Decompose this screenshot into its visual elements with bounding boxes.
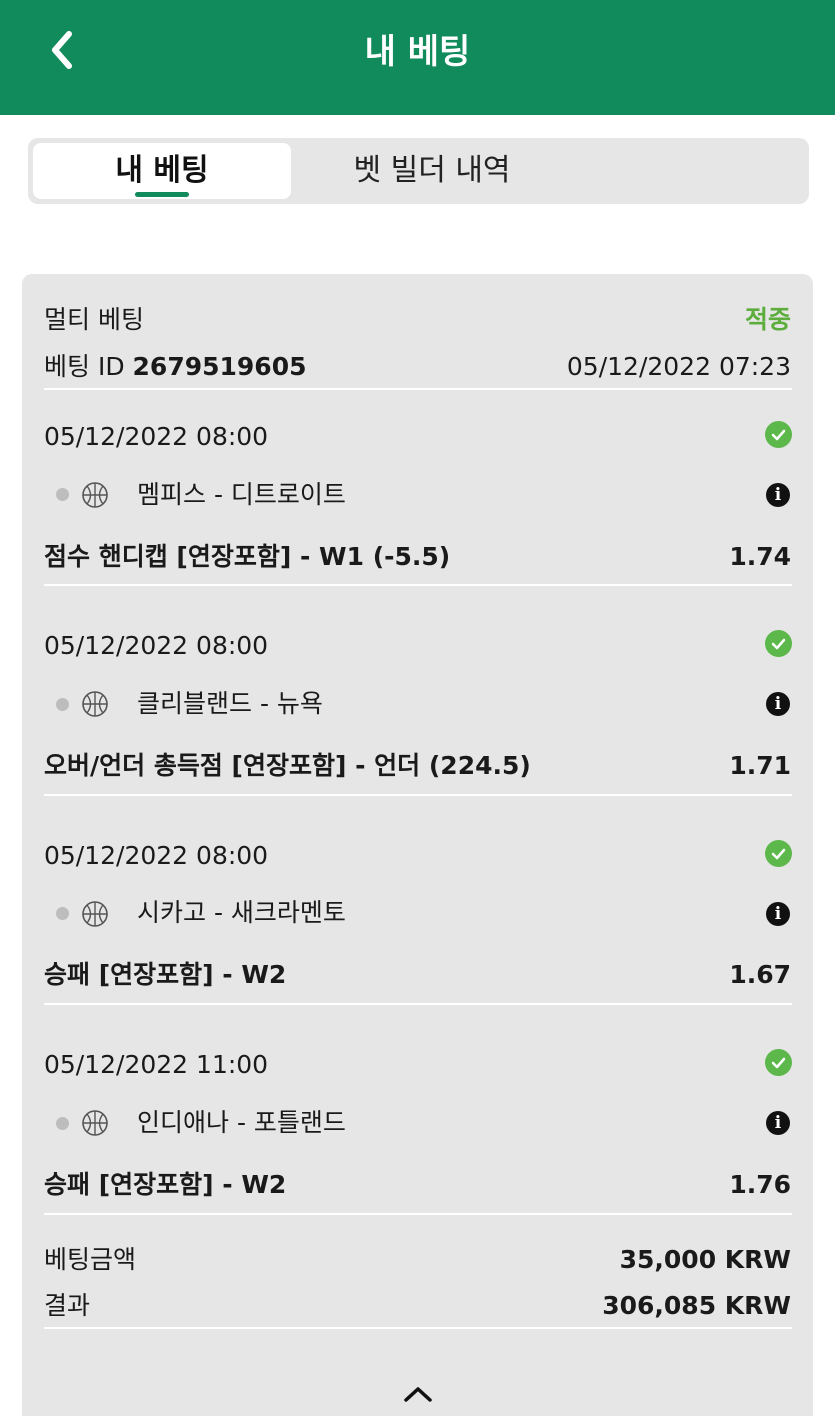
- selection-datetime: 05/12/2022 08:00: [44, 841, 269, 870]
- selection-teams: 시카고 - 새크라멘토: [137, 898, 346, 927]
- info-icon[interactable]: i: [766, 902, 790, 926]
- tab-my-bets[interactable]: 내 베팅: [33, 143, 291, 199]
- active-tab-indicator: [135, 192, 189, 197]
- selection-datetime: 05/12/2022 11:00: [44, 1050, 269, 1079]
- result-value: 306,085 KRW: [602, 1291, 791, 1320]
- selection-market: 승패 [연장포함] - W2: [44, 960, 287, 989]
- check-circle-icon: [765, 630, 792, 657]
- bet-placed-datetime: 05/12/2022 07:23: [566, 352, 791, 381]
- divider: [44, 1003, 792, 1005]
- bet-id-label: 베팅 ID: [44, 352, 125, 381]
- basketball-icon: [82, 691, 108, 717]
- result-label: 결과: [44, 1291, 91, 1320]
- tab-bar: 내 베팅 벳 빌더 내역: [28, 138, 809, 204]
- basketball-icon: [82, 482, 108, 508]
- check-circle-icon: [765, 840, 792, 867]
- selection-odds: 1.74: [729, 542, 791, 571]
- selection-market: 오버/언더 총득점 [연장포함] - 언더 (224.5): [44, 751, 531, 780]
- tab-label: 내 베팅: [115, 153, 209, 188]
- info-icon[interactable]: i: [766, 483, 790, 507]
- selection-teams: 클리블랜드 - 뉴욕: [137, 689, 323, 718]
- live-status-dot: [56, 1117, 69, 1130]
- selection-teams: 인디애나 - 포틀랜드: [137, 1108, 346, 1137]
- live-status-dot: [56, 488, 69, 501]
- stake-value: 35,000 KRW: [619, 1245, 791, 1274]
- bet-id-row: 베팅 ID 2679519605: [44, 351, 306, 383]
- info-icon[interactable]: i: [766, 1111, 790, 1135]
- bet-card: 멀티 베팅 적중 베팅 ID 2679519605 05/12/2022 07:…: [22, 274, 813, 1416]
- divider: [44, 584, 792, 586]
- divider: [44, 388, 792, 390]
- tab-bet-builder-history[interactable]: 벳 빌더 내역: [296, 143, 568, 199]
- selection-odds: 1.67: [729, 960, 791, 989]
- basketball-icon: [82, 1110, 108, 1136]
- check-circle-icon: [765, 1049, 792, 1076]
- selection-market: 점수 핸디캡 [연장포함] - W1 (-5.5): [44, 542, 451, 571]
- selection-datetime: 05/12/2022 08:00: [44, 422, 269, 451]
- selection-datetime: 05/12/2022 08:00: [44, 631, 269, 660]
- bet-status-badge: 적중: [744, 305, 791, 334]
- selection-teams: 멤피스 - 디트로이트: [137, 480, 346, 509]
- basketball-icon: [82, 901, 108, 927]
- divider: [44, 1327, 792, 1329]
- app-header: 내 베팅: [0, 0, 835, 115]
- selection-odds: 1.76: [729, 1170, 791, 1199]
- live-status-dot: [56, 907, 69, 920]
- divider: [44, 1213, 792, 1215]
- check-circle-icon: [765, 421, 792, 448]
- selection-market: 승패 [연장포함] - W2: [44, 1170, 287, 1199]
- live-status-dot: [56, 698, 69, 711]
- selection-odds: 1.71: [729, 751, 791, 780]
- bet-type-label: 멀티 베팅: [44, 305, 144, 334]
- divider: [44, 794, 792, 796]
- bet-id-value: 2679519605: [132, 352, 307, 381]
- tab-label: 벳 빌더 내역: [353, 153, 511, 188]
- chevron-up-icon[interactable]: [400, 1382, 436, 1406]
- page-title: 내 베팅: [364, 32, 471, 72]
- stake-label: 베팅금액: [44, 1245, 137, 1274]
- info-icon[interactable]: i: [766, 692, 790, 716]
